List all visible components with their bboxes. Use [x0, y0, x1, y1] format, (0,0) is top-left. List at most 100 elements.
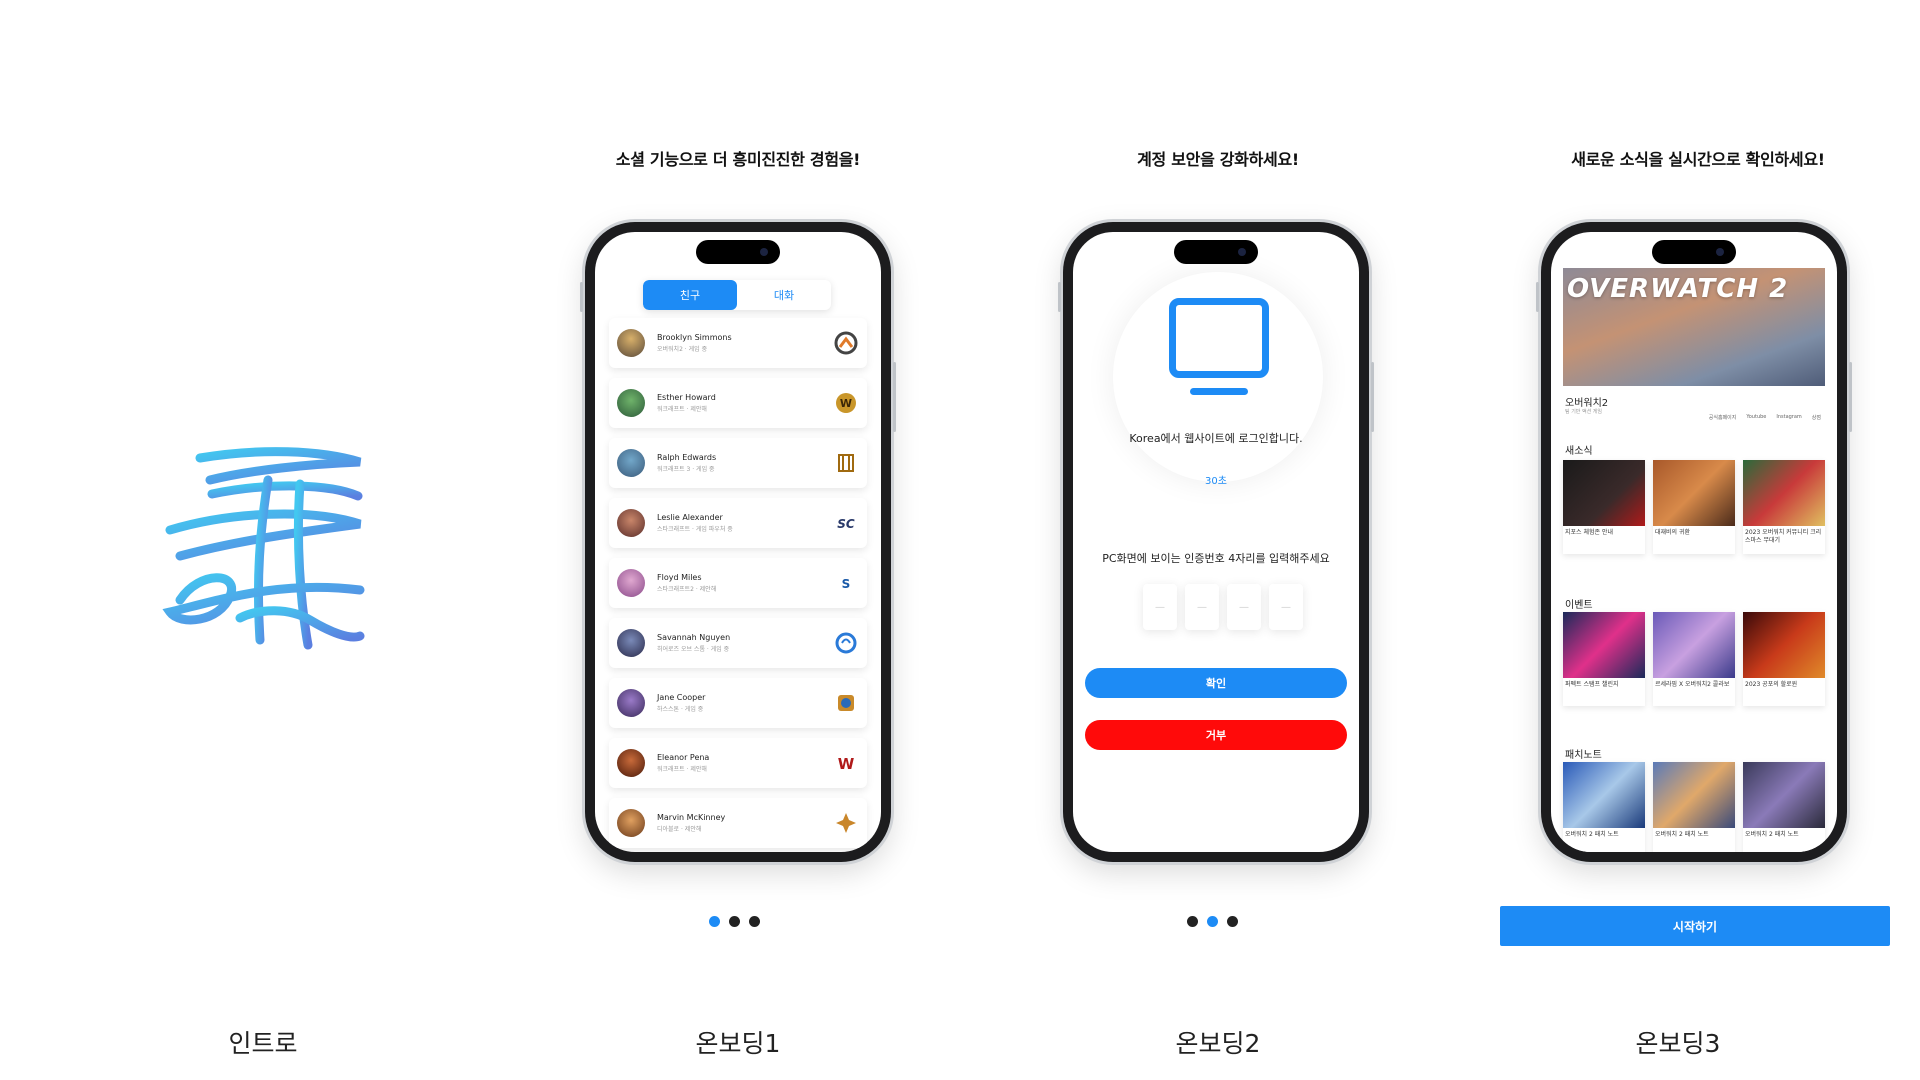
card-title: 2023 공포의 할로윈 — [1745, 681, 1798, 688]
list-item[interactable]: Eleanor Pena 워크래프트 · 제안해 W — [609, 738, 867, 788]
list-item[interactable]: Floyd Miles 스타크래프트2 · 제안해 S — [609, 558, 867, 608]
section-title-news: 새소식 — [1565, 446, 1593, 457]
card-title: 2023 오버워치 커뮤니티 크리스마스 무대기 — [1745, 529, 1822, 544]
card-title: 오버워치 2 패치 노트 — [1655, 831, 1709, 838]
patch-cards: 오버워치 2 패치 노트 오버워치 2 패치 노트 오버워치 2 패치 노트 — [1563, 762, 1825, 852]
patch-card[interactable]: 오버워치 2 패치 노트 — [1743, 762, 1825, 852]
list-item[interactable]: Ralph Edwards 워크래프트 3 · 게임 중 — [609, 438, 867, 488]
avatar — [617, 689, 645, 717]
page-dot-2[interactable] — [1207, 916, 1218, 927]
phone-onboarding1: 친구 대화 Brooklyn Simmons 오버워치2 · 게임 중 Esthe… — [580, 222, 896, 862]
friends-chat-tabs: 친구 대화 — [643, 280, 831, 310]
list-item[interactable]: Jane Cooper 하스스톤 · 게임 중 — [609, 678, 867, 728]
friend-name: Eleanor Pena — [657, 753, 710, 762]
screen-auth: Korea에서 웹사이트에 로그인합니다. 30초 PC화면에 보이는 인증번호… — [1073, 232, 1359, 852]
dynamic-island — [1174, 240, 1258, 264]
start-button[interactable]: 시작하기 — [1500, 906, 1890, 946]
news-card[interactable]: 2023 오버워치 커뮤니티 크리스마스 무대기 — [1743, 460, 1825, 554]
avatar — [617, 389, 645, 417]
list-item[interactable]: Marvin McKinney 디아블로 · 제안해 — [609, 798, 867, 848]
caption-intro: 인트로 — [228, 1029, 298, 1058]
friend-name: Jane Cooper — [657, 693, 706, 702]
news-card[interactable]: 지포스 체험존 안내 — [1563, 460, 1645, 554]
friend-name: Leslie Alexander — [657, 513, 723, 522]
app-logo-icon — [162, 447, 365, 650]
friend-status: 워크래프트 · 제안해 — [657, 766, 707, 773]
avatar — [617, 509, 645, 537]
caption-onboarding3: 온보딩3 — [1635, 1029, 1721, 1058]
tab-chat[interactable]: 대화 — [737, 280, 831, 310]
friend-name: Ralph Edwards — [657, 453, 717, 462]
page-dot-3[interactable] — [749, 916, 760, 927]
friend-name: Floyd Miles — [657, 573, 702, 582]
list-item[interactable]: Savannah Nguyen 히어로즈 오브 스톰 · 게임 중 — [609, 618, 867, 668]
starcraft-icon: SC — [837, 517, 855, 531]
code-digit-1[interactable]: — — [1143, 584, 1177, 630]
friend-status: 스타크래프트 · 게임 파우처 중 — [657, 526, 733, 533]
svg-text:W: W — [838, 755, 855, 773]
section-title-events: 이벤트 — [1565, 600, 1593, 611]
login-notice: Korea에서 웹사이트에 로그인합니다. — [1129, 432, 1303, 445]
svg-text:S: S — [842, 577, 851, 591]
link-homepage[interactable]: 공식홈페이지 — [1709, 414, 1737, 421]
warcraft-icon: W — [836, 393, 856, 413]
friend-status: 히어로즈 오브 스톰 · 게임 중 — [657, 646, 730, 653]
caption-onboarding2: 온보딩2 — [1175, 1029, 1261, 1058]
svg-text:SC: SC — [837, 517, 855, 531]
tab-friends[interactable]: 친구 — [643, 280, 737, 310]
link-instagram[interactable]: Instagram — [1776, 414, 1801, 421]
card-title: 지포스 체험존 안내 — [1565, 529, 1613, 536]
warcraft-w-icon: W — [838, 755, 855, 773]
code-digit-2[interactable]: — — [1185, 584, 1219, 630]
overwatch-icon — [834, 331, 858, 355]
heroes-icon — [835, 632, 857, 654]
reject-button[interactable]: 거부 — [1085, 720, 1347, 750]
page-dot-2[interactable] — [729, 916, 740, 927]
dynamic-island — [1652, 240, 1736, 264]
page-dot-1[interactable] — [1187, 916, 1198, 927]
monitor-icon — [1169, 298, 1269, 378]
patch-card[interactable]: 오버워치 2 패치 노트 — [1563, 762, 1645, 852]
page-dot-3[interactable] — [1227, 916, 1238, 927]
avatar — [617, 629, 645, 657]
code-digit-3[interactable]: — — [1227, 584, 1261, 630]
avatar — [617, 329, 645, 357]
friend-name: Savannah Nguyen — [657, 633, 731, 642]
code-prompt: PC화면에 보이는 인증번호 4자리를 입력해주세요 — [1102, 552, 1330, 565]
caption-onboarding1: 온보딩1 — [695, 1029, 781, 1058]
event-card[interactable]: 2023 공포의 할로윈 — [1743, 612, 1825, 706]
patch-card[interactable]: 오버워치 2 패치 노트 — [1653, 762, 1735, 852]
starcraft2-icon: S — [842, 577, 851, 591]
list-item[interactable]: Esther Howard 워크래프트 · 제안해 W — [609, 378, 867, 428]
page-dot-1[interactable] — [709, 916, 720, 927]
friend-name: Brooklyn Simmons — [657, 333, 732, 342]
event-card[interactable]: 르세라핌 X 오버워치2 콜라보 — [1653, 612, 1735, 706]
code-digit-4[interactable]: — — [1269, 584, 1303, 630]
news-cards: 지포스 체험존 안내 대재비의 귀환 2023 오버워치 커뮤니티 크리스마스 … — [1563, 460, 1825, 554]
diablo-icon — [836, 813, 856, 833]
dynamic-island — [696, 240, 780, 264]
avatar — [617, 449, 645, 477]
screen-friends: 친구 대화 Brooklyn Simmons 오버워치2 · 게임 중 Esthe… — [595, 232, 881, 852]
friend-name: Marvin McKinney — [657, 813, 726, 822]
game-hero-banner[interactable]: OVERWATCH 2 — [1563, 268, 1825, 386]
pagination-dots — [1187, 916, 1238, 927]
hearthstone-icon — [838, 695, 854, 711]
game-name: 오버워치2 — [1565, 398, 1609, 409]
news-card[interactable]: 대재비의 귀환 — [1653, 460, 1735, 554]
confirm-button[interactable]: 확인 — [1085, 668, 1347, 698]
phone-onboarding2: Korea에서 웹사이트에 로그인합니다. 30초 PC화면에 보이는 인증번호… — [1058, 222, 1374, 862]
list-item[interactable]: Leslie Alexander 스타크래프트 · 게임 파우처 중 SC — [609, 498, 867, 548]
link-youtube[interactable]: Youtube — [1746, 414, 1766, 421]
onboarding1-heading: 소셜 기능으로 더 흥미진진한 경험을! — [615, 150, 861, 169]
code-input-group: — — — — — [1143, 584, 1303, 630]
onboarding2-heading: 계정 보안을 강화하세요! — [1137, 150, 1299, 169]
friend-status: 하스스톤 · 게임 중 — [657, 706, 704, 713]
link-shop[interactable]: 상점 — [1812, 414, 1821, 421]
list-item[interactable]: Brooklyn Simmons 오버워치2 · 게임 중 — [609, 318, 867, 368]
event-card[interactable]: 퍼펙트 스탬프 챌린지 — [1563, 612, 1645, 706]
friend-status: 워크래프트 3 · 게임 중 — [657, 466, 715, 473]
avatar — [617, 809, 645, 837]
game-subtitle: 팀 기반 액션 게임 — [1565, 409, 1602, 415]
card-title: 대재비의 귀환 — [1655, 529, 1691, 536]
